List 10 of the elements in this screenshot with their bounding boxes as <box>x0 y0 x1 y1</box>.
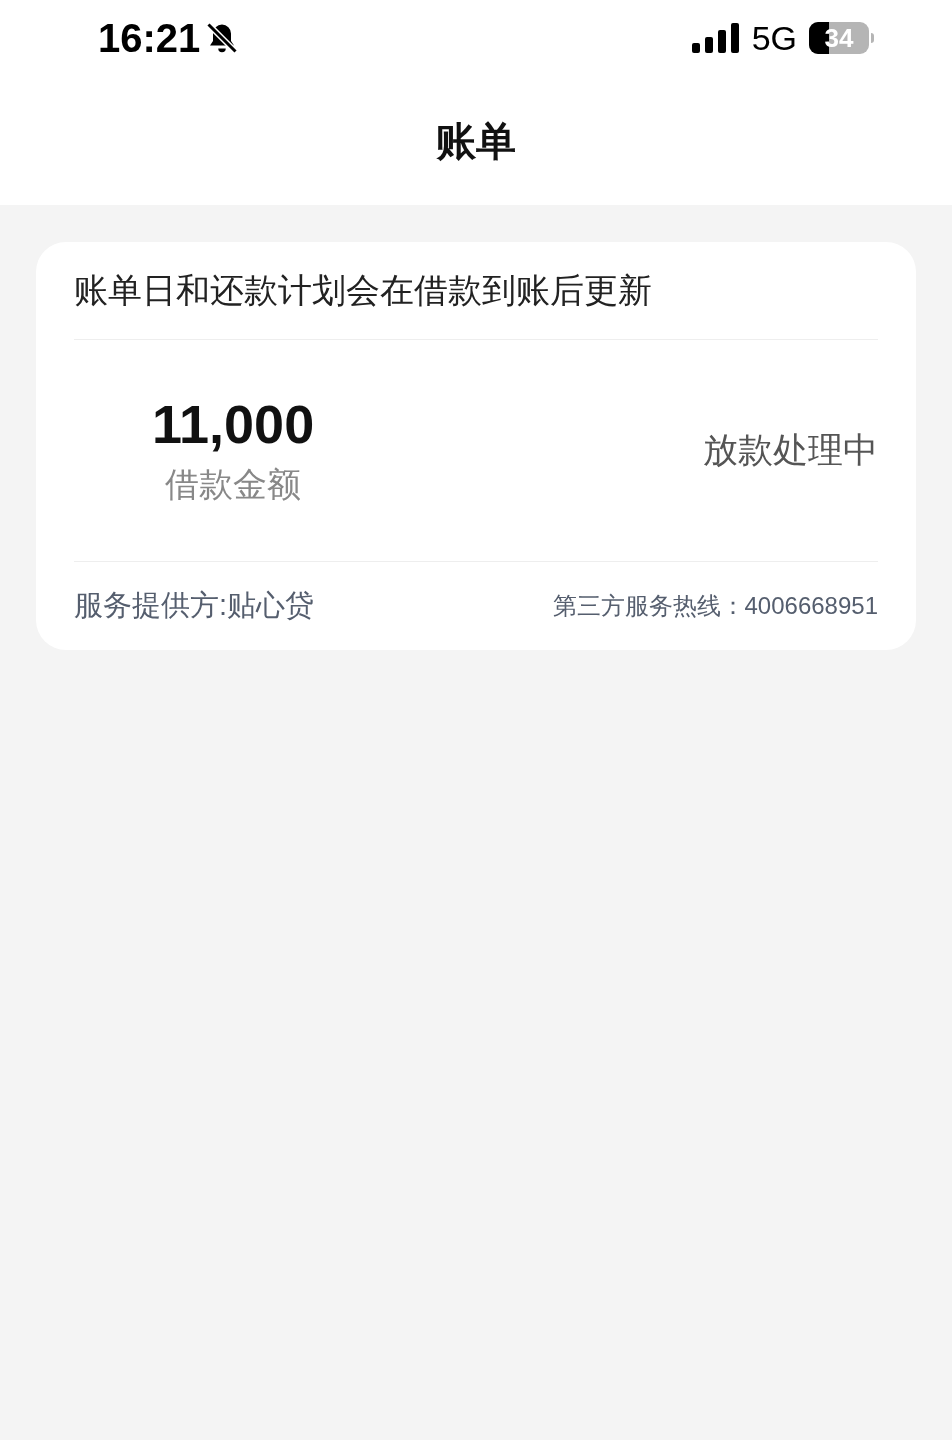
network-label: 5G <box>751 17 797 59</box>
provider-text: 服务提供方:贴心贷 <box>74 588 315 624</box>
signal-icon <box>691 23 740 53</box>
loan-amount: 11,000 <box>152 393 315 457</box>
status-time: 16:21 <box>98 15 201 62</box>
update-notice: 账单日和还款计划会在借款到账后更新 <box>74 270 652 311</box>
page-title: 账单 <box>436 117 516 165</box>
hotline-text: 第三方服务热线：4006668951 <box>552 591 878 621</box>
amount-label: 借款金额 <box>165 463 302 505</box>
loan-status: 放款处理中 <box>703 429 878 472</box>
